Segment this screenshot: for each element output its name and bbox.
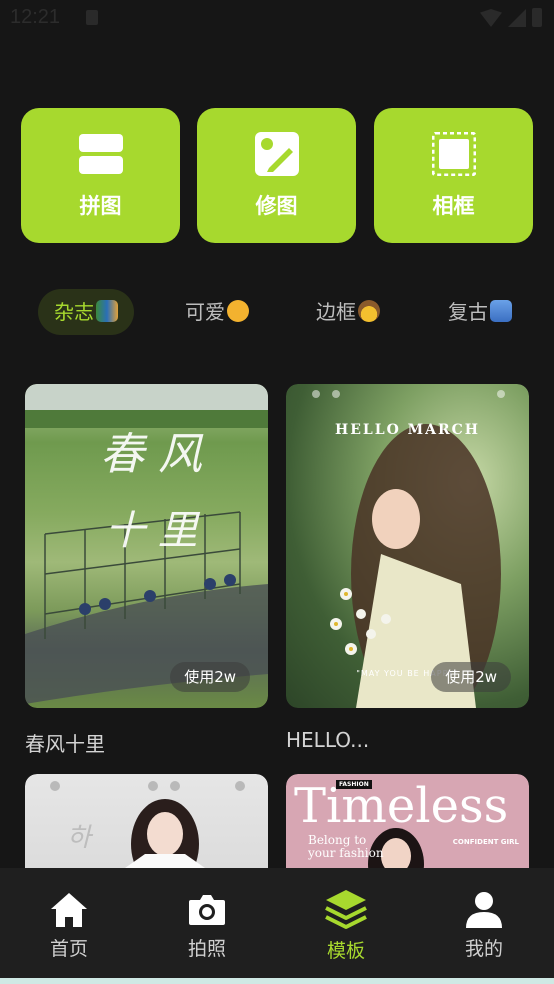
- bottom-navigation: 首页 拍照 模板 我的: [0, 868, 554, 984]
- nav-camera[interactable]: 拍照: [167, 890, 247, 961]
- tab-vintage[interactable]: 复古: [432, 289, 528, 335]
- template-card-spring[interactable]: 春 风 十 里 使用2w: [25, 384, 268, 708]
- castle-icon: [490, 300, 512, 322]
- timeless-heading: Timeless: [294, 778, 509, 834]
- frame-button[interactable]: 相框: [374, 108, 533, 243]
- nav-home[interactable]: 首页: [29, 890, 109, 961]
- collage-button[interactable]: 拼图: [21, 108, 180, 243]
- template-image-portrait: 하: [25, 774, 268, 868]
- template-title: HELLO...: [286, 728, 370, 752]
- hello-march-heading: HELLO MARCH: [334, 422, 481, 438]
- nav-profile[interactable]: 我的: [444, 890, 524, 961]
- template-image-timeless: FASHION Timeless Belong to your fashion …: [286, 774, 529, 868]
- template-card-portrait[interactable]: 하: [25, 774, 268, 868]
- tab-magazine-label: 杂志: [54, 300, 94, 324]
- photo-edit-label: 修图: [255, 194, 298, 218]
- frame-label: 相框: [432, 194, 475, 218]
- wifi-icon: [480, 9, 502, 27]
- frame-icon: [432, 132, 476, 176]
- signal-icon: [508, 9, 526, 27]
- nav-camera-label: 拍照: [187, 938, 226, 960]
- home-icon: [51, 893, 87, 927]
- timeless-subtext: Belong to your fashion: [308, 833, 384, 860]
- party-face-icon: [227, 300, 249, 322]
- svg-text:하: 하: [67, 823, 94, 853]
- template-image-spring: 春 风 十 里 使用2w: [25, 384, 268, 708]
- tab-cute-label: 可爱: [185, 300, 225, 324]
- template-image-hello-march: HELLO MARCH "MAY YOU BE HAPPY" 使用2w: [286, 384, 529, 708]
- svg-text:春 风: 春 风: [100, 429, 204, 480]
- photo-edit-icon: [255, 132, 299, 176]
- category-tabs: 杂志 可爱 边框 复古: [38, 289, 554, 335]
- collage-label: 拼图: [79, 194, 122, 218]
- camera-icon: [189, 895, 225, 925]
- status-time: 12:21: [10, 6, 61, 28]
- usage-badge: 使用2w: [170, 662, 250, 692]
- tool-grid: 拼图 修图 相框: [21, 108, 533, 243]
- template-card-timeless[interactable]: FASHION Timeless Belong to your fashion …: [286, 774, 529, 868]
- template-title: 春风十里: [25, 732, 105, 756]
- cowboy-face-icon: [358, 300, 380, 322]
- profile-icon: [466, 892, 502, 928]
- usage-badge: 使用2w: [431, 662, 511, 692]
- template-card-hello-march[interactable]: HELLO MARCH "MAY YOU BE HAPPY" 使用2w: [286, 384, 529, 708]
- system-gesture-bar: [0, 978, 554, 984]
- nav-templates[interactable]: 模板: [306, 890, 386, 963]
- nav-home-label: 首页: [49, 938, 88, 960]
- photo-edit-button[interactable]: 修图: [197, 108, 356, 243]
- notification-icon: [86, 10, 98, 25]
- layers-icon: [325, 890, 367, 929]
- nav-templates-label: 模板: [326, 940, 365, 962]
- tab-border-label: 边框: [316, 300, 356, 324]
- books-icon: [96, 300, 118, 322]
- collage-icon: [79, 134, 123, 174]
- tab-cute[interactable]: 可爱: [169, 289, 265, 335]
- nav-profile-label: 我的: [464, 938, 503, 960]
- status-icons: [480, 8, 542, 27]
- status-bar: 12:21: [0, 0, 554, 38]
- battery-icon: [532, 8, 542, 27]
- tab-border[interactable]: 边框: [300, 289, 396, 335]
- confident-girl-tag: CONFIDENT GIRL: [452, 838, 519, 846]
- svg-text:十 里: 十 里: [105, 508, 201, 554]
- tab-magazine[interactable]: 杂志: [38, 289, 134, 335]
- tab-vintage-label: 复古: [448, 300, 488, 324]
